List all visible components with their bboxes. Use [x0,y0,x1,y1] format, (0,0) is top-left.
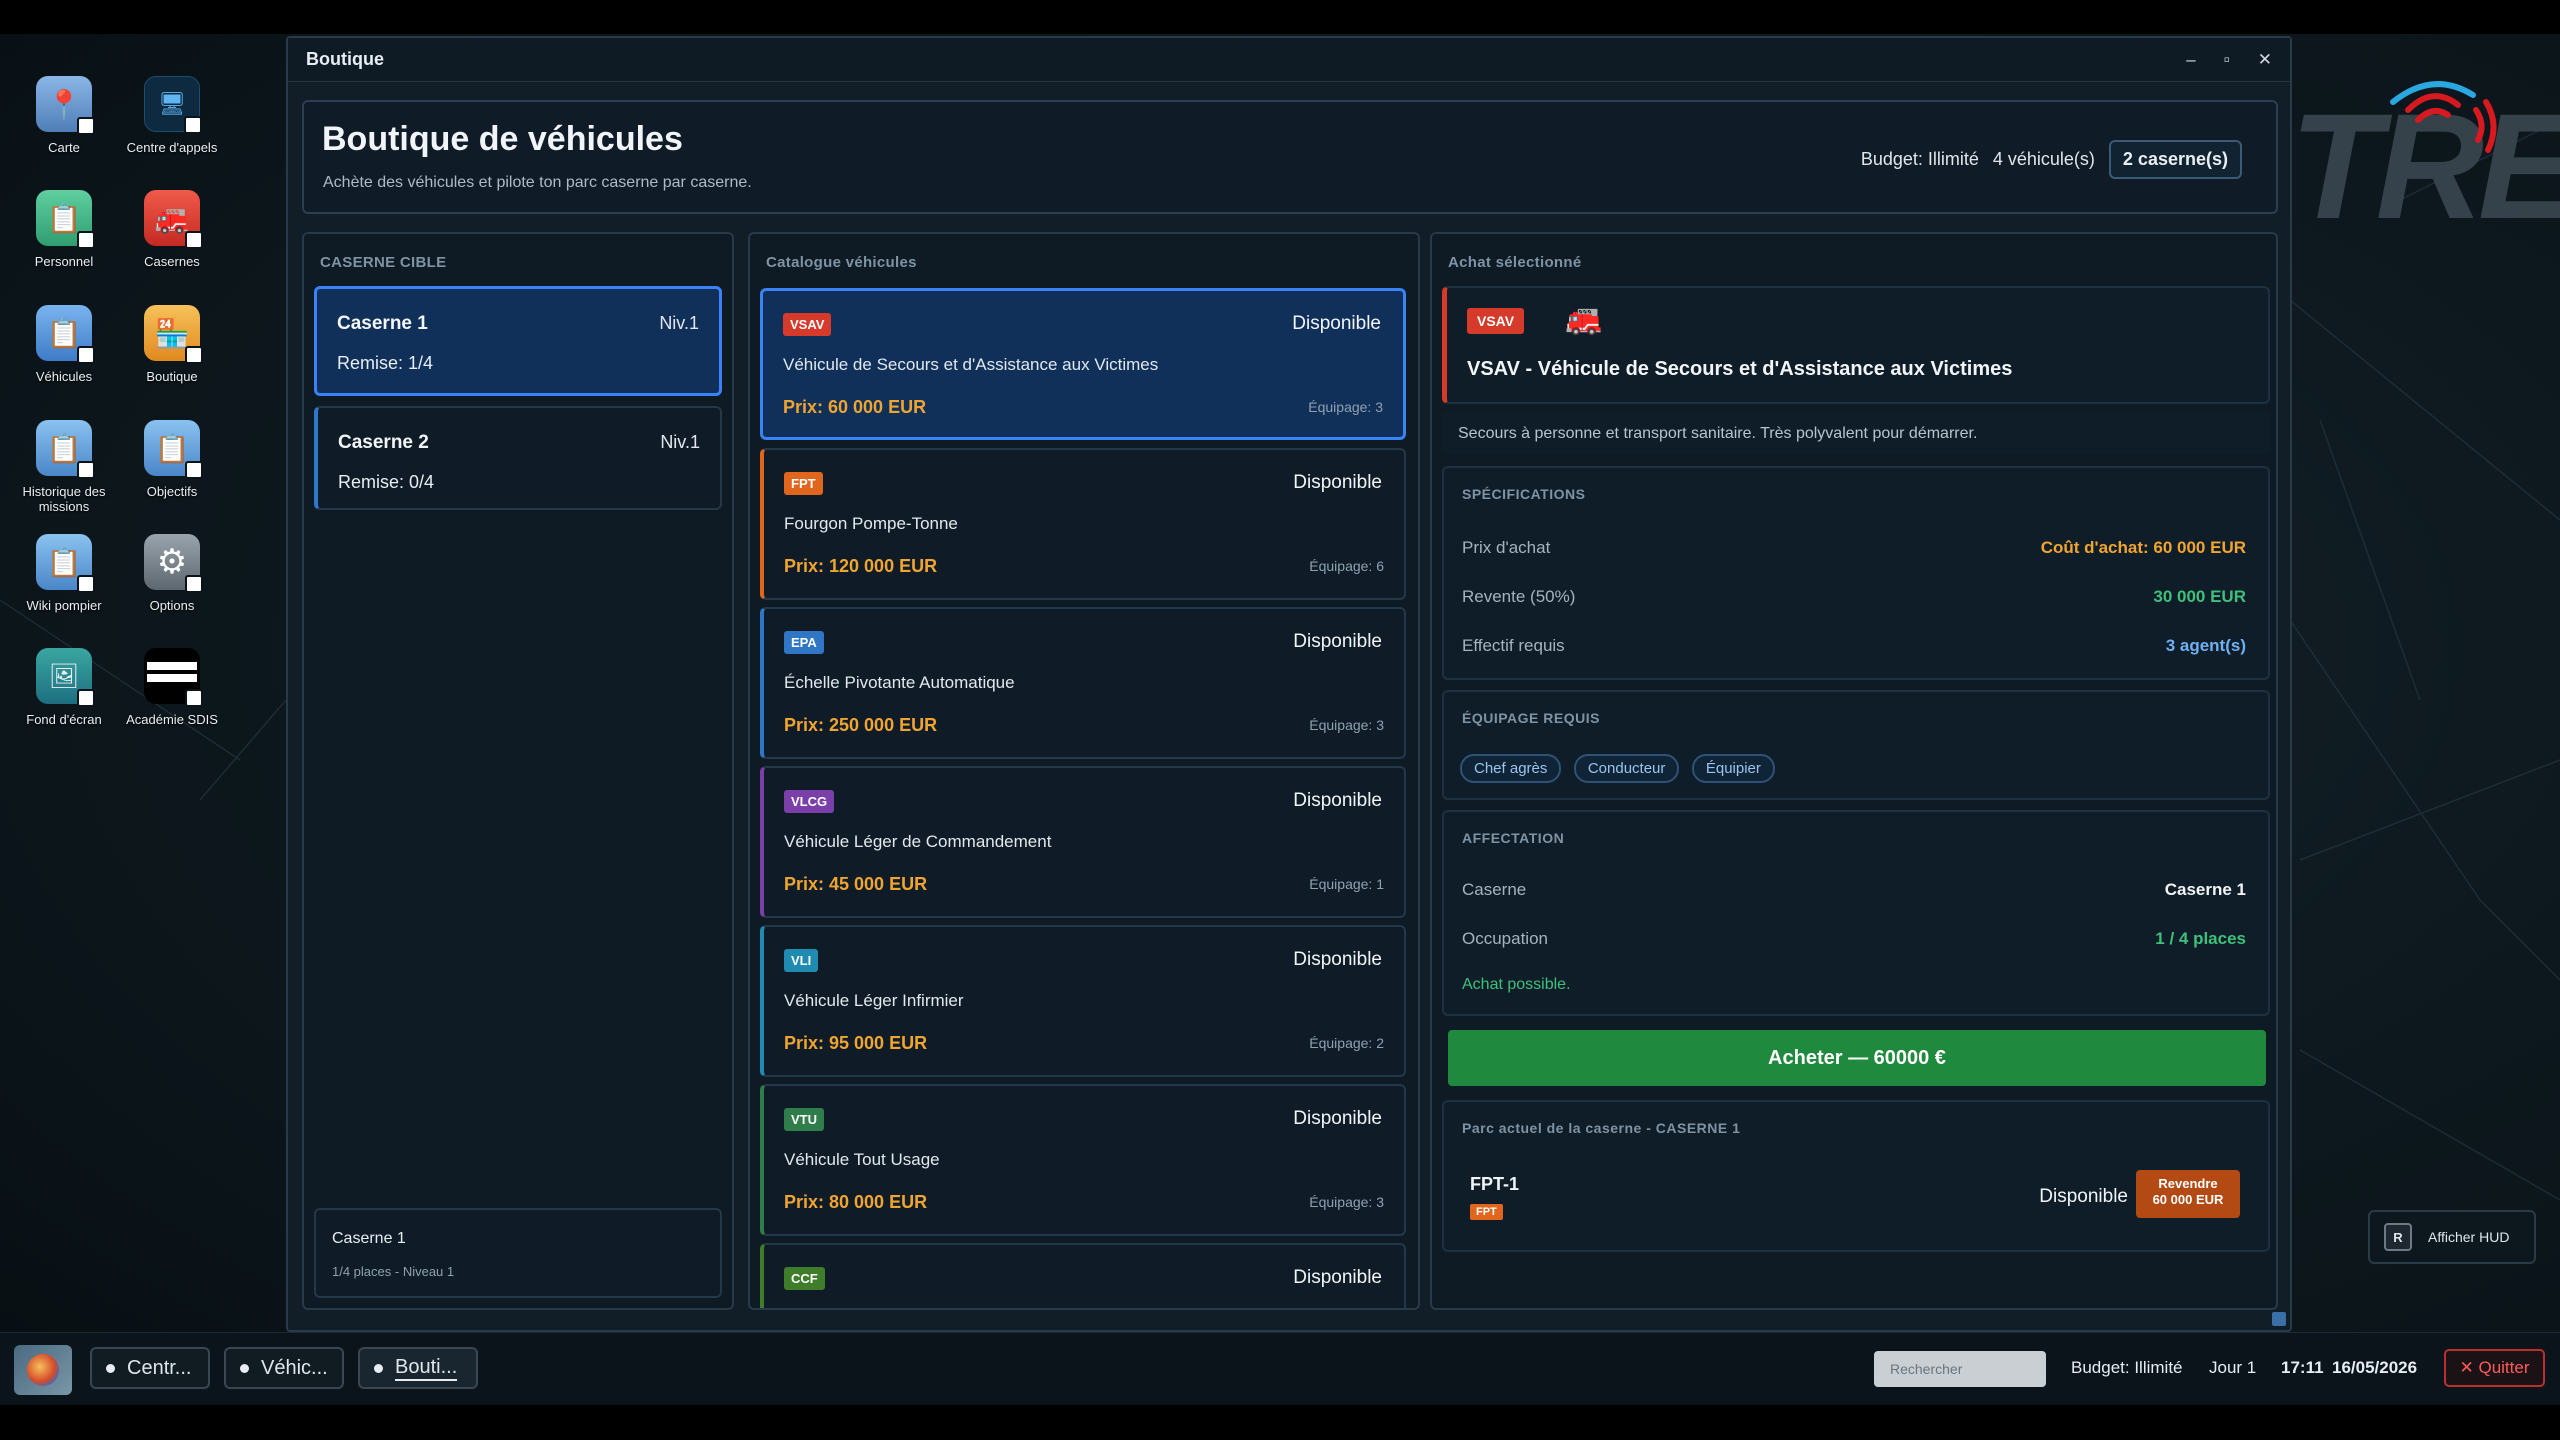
taskbar-budget: Budget: Illimité [2071,1358,2183,1377]
equipage-section: ÉQUIPAGE REQUIS Chef agrès Conducteur Éq… [1442,690,2270,800]
caserne-panel-title: CASERNE CIBLE [320,254,447,271]
desktop-icon-wiki[interactable]: 📋 Wiki pompier [9,534,119,613]
boutique-window: Boutique – ▫ ✕ Boutique de véhicules Ach… [286,36,2292,1332]
start-button[interactable] [14,1345,72,1395]
close-button[interactable]: ✕ [2258,50,2272,70]
caserne-card-2[interactable]: Caserne 2 Niv.1 Remise: 0/4 [314,406,722,510]
desktop-icon-casernes[interactable]: 🚒 Casernes [117,190,227,269]
vehicle-list-icon: 📋 [36,305,95,364]
desktop-icon-objectifs[interactable]: 📋 Objectifs [117,420,227,499]
crew-chip-chef: Chef agrès [1460,754,1562,783]
fire-station-icon: 🚒 [144,190,203,249]
running-dot-icon [374,1363,383,1373]
caserne-summary: Caserne 1 1/4 places - Niveau 1 [314,1208,722,1298]
clipboard-icon: 📋 [36,190,95,249]
affect-row-caserne: Caserne Caserne 1 [1462,880,2246,899]
taskbar-date: 16/05/2026 [2332,1358,2418,1377]
selection-panel-title: Achat sélectionné [1448,254,1582,271]
selected-vehicle-name: VSAV - Véhicule de Secours et d'Assistan… [1467,358,2013,380]
desktop-icon-options[interactable]: ⚙ Options [117,534,227,613]
budget-label: Budget: Illimité [1860,149,1979,169]
signal-waves-icon [2390,81,2497,153]
desktop-icon-carte[interactable]: 📍 Carte [9,76,119,155]
objectives-icon: 📋 [144,420,203,479]
selected-vehicle-description: Secours à personne et transport sanitair… [1442,412,2270,454]
minimize-button[interactable]: – [2186,50,2195,70]
map-icon: 📍 [36,76,95,135]
vehicle-card-vlcg[interactable]: VLCG Disponible Véhicule Léger de Comman… [760,766,1406,918]
spec-row-resale: Revente (50%) 30 000 EUR [1462,587,2246,606]
maximize-button[interactable]: ▫ [2224,50,2230,70]
caserne-card-1[interactable]: Caserne 1 Niv.1 Remise: 1/4 [314,286,722,396]
vehicle-card-vsav[interactable]: VSAV Disponible Véhicule de Secours et d… [760,288,1406,440]
taskbar-app-vehicules[interactable]: Véhic... [224,1347,344,1389]
fleet-vehicle-status: Disponible [2039,1186,2128,1207]
monitor-icon: 🖥 [144,76,202,134]
crew-chip-conducteur: Conducteur [1573,754,1680,783]
specs-section: SPÉCIFICATIONS Prix d'achat Coût d'achat… [1442,466,2270,680]
catalogue-panel-title: Catalogue véhicules [766,254,917,271]
resell-button[interactable]: Revendre 60 000 EUR [2136,1170,2240,1218]
caserne-panel: CASERNE CIBLE Caserne 1 Niv.1 Remise: 1/… [302,232,734,1310]
fire-truck-icon: 🚒 [1565,303,1603,336]
taskbar-app-boutique[interactable]: Bouti... [358,1347,478,1389]
desktop-icon-historique[interactable]: 📋 Historique des missions [9,420,119,514]
taskbar: Centr... Véhic... Bouti... Rechercher Bu… [0,1332,2560,1405]
purchase-status: Achat possible. [1462,976,1571,993]
search-input[interactable]: Rechercher [1874,1351,2046,1387]
history-icon: 📋 [36,420,95,479]
taskbar-app-centre[interactable]: Centr... [90,1347,210,1389]
key-hint: R [2384,1223,2412,1251]
desktop-icon-vehicules[interactable]: 📋 Véhicules [9,305,119,384]
vehicle-card-ccf[interactable]: CCF Disponible [760,1243,1406,1308]
affect-row-occupation: Occupation 1 / 4 places [1462,929,2246,948]
desktop-icon-boutique[interactable]: 🏪 Boutique [117,305,227,384]
selected-vehicle-header: VSAV 🚒 VSAV - Véhicule de Secours et d'A… [1442,286,2270,404]
fleet-vehicle-tag: FPT [1470,1204,1503,1220]
fleet-section: Parc actuel de la caserne - CASERNE 1 FP… [1442,1100,2270,1252]
window-titlebar[interactable]: Boutique – ▫ ✕ [288,38,2290,82]
crew-chip-equipier: Équipier [1691,754,1775,783]
bottom-black-bar [0,1405,2560,1440]
desktop-icon-personnel[interactable]: 📋 Personnel [9,190,119,269]
desktop-icon-fond-ecran[interactable]: 🖼 Fond d'écran [9,648,119,727]
shop-header: Boutique de véhicules Achète des véhicul… [302,100,2278,214]
wallpaper-icon: 🖼 [36,648,95,707]
desktop: 📍 Carte 🖥 Centre d'appels 📋 Personnel 🚒 … [0,0,2560,1440]
desktop-icon-academie[interactable]: Académie SDIS [117,648,227,727]
gear-icon: ⚙ [144,534,203,593]
running-dot-icon [240,1363,249,1373]
desktop-icon-centre-appels[interactable]: 🖥 Centre d'appels [117,76,227,155]
running-dot-icon [106,1363,115,1373]
page-subtitle: Achète des véhicules et pilote ton parc … [323,174,752,191]
vehicle-card-epa[interactable]: EPA Disponible Échelle Pivotante Automat… [760,607,1406,759]
fleet-vehicle-name: FPT-1 [1470,1174,1520,1194]
caserne-count-badge: 2 caserne(s) [2108,140,2242,179]
wiki-icon: 📋 [36,534,95,593]
vehicle-card-vtu[interactable]: VTU Disponible Véhicule Tout Usage Prix:… [760,1084,1406,1236]
shop-icon: 🏪 [144,305,203,364]
resize-handle[interactable] [2272,1312,2286,1326]
spec-row-crew: Effectif requis 3 agent(s) [1462,636,2246,655]
selected-vehicle-tag: VSAV [1467,308,1525,334]
taskbar-time: 17:11 [2281,1358,2324,1377]
buy-button[interactable]: Acheter — 60000 € [1448,1030,2266,1086]
catalogue-panel: Catalogue véhicules VSAV Disponible Véhi… [748,232,1420,1310]
selection-panel: Achat sélectionné VSAV 🚒 VSAV - Véhicule… [1430,232,2278,1310]
vehicle-card-fpt[interactable]: FPT Disponible Fourgon Pompe-Tonne Prix:… [760,448,1406,600]
start-orb-icon [27,1354,59,1386]
show-hud-button[interactable]: R Afficher HUD [2368,1210,2536,1264]
affectation-section: AFFECTATION Caserne Caserne 1 Occupation… [1442,810,2270,1016]
academy-icon [144,648,203,707]
vehicle-count: 4 véhicule(s) [1992,149,2095,169]
vehicle-card-vli[interactable]: VLI Disponible Véhicule Léger Infirmier … [760,925,1406,1077]
window-title: Boutique [306,49,384,69]
quit-button[interactable]: ✕ Quitter [2444,1349,2545,1387]
spec-row-price: Prix d'achat Coût d'achat: 60 000 EUR [1462,538,2246,557]
page-title: Boutique de véhicules [322,120,683,158]
taskbar-day: Jour 1 [2209,1358,2257,1377]
